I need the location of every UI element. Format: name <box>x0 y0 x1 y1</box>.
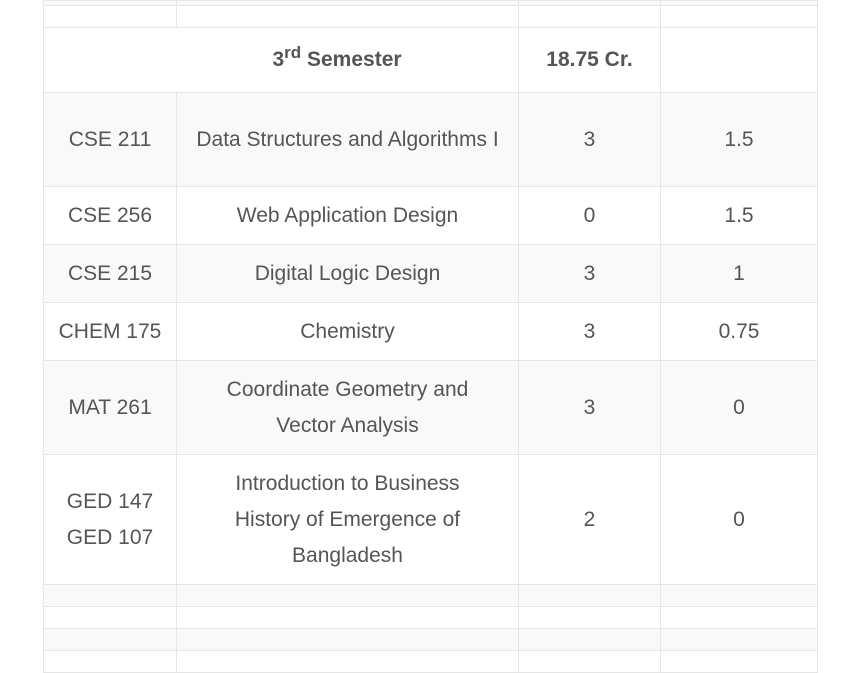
course-row: GED 147 GED 107 Introduction to Business… <box>43 454 818 585</box>
course-theory-credits: 3 <box>518 244 661 303</box>
course-title: Coordinate Geometry and Vector Analysis <box>176 360 519 455</box>
curriculum-table: 3rd Semester 18.75 Cr. CSE 211 Data Stru… <box>43 0 818 673</box>
course-title: Chemistry <box>176 302 519 361</box>
table-row-blank <box>43 584 818 607</box>
course-lab-credits: 0 <box>660 360 818 455</box>
course-title: Digital Logic Design <box>176 244 519 303</box>
course-row: CSE 256 Web Application Design 0 1.5 <box>43 186 818 245</box>
table-cell-empty <box>518 650 661 673</box>
table-row-blank <box>43 628 818 651</box>
table-cell-empty <box>518 606 661 629</box>
course-theory-credits: 3 <box>518 302 661 361</box>
course-theory-credits: 3 <box>518 92 661 187</box>
table-cell-empty <box>660 27 818 93</box>
table-cell-empty <box>518 5 661 28</box>
course-lab-credits: 0.75 <box>660 302 818 361</box>
semester-suffix: rd <box>284 43 302 62</box>
semester-title: 3rd Semester <box>43 27 519 93</box>
course-theory-credits: 2 <box>518 454 661 585</box>
table-cell-empty <box>518 628 661 651</box>
course-code: GED 147 <box>66 489 154 513</box>
table-cell-empty <box>176 5 519 28</box>
semester-label: Semester <box>306 48 402 71</box>
table-cell-empty <box>660 584 818 607</box>
table-cell-empty <box>660 5 818 28</box>
course-code: MAT 261 <box>43 360 177 455</box>
course-code: CSE 215 <box>43 244 177 303</box>
table-cell-empty <box>518 584 661 607</box>
table-cell-empty <box>43 628 177 651</box>
table-row-blank <box>43 5 818 28</box>
table-cell-empty <box>176 650 519 673</box>
table-cell-empty <box>660 650 818 673</box>
table-cell-empty <box>43 5 177 28</box>
semester-credits: 18.75 Cr. <box>518 27 661 93</box>
curriculum-table-container: 3rd Semester 18.75 Cr. CSE 211 Data Stru… <box>43 0 818 673</box>
table-row-blank <box>43 606 818 629</box>
course-title: Introduction to Business History of Emer… <box>176 454 519 585</box>
course-lab-credits: 1.5 <box>660 92 818 187</box>
course-code: CHEM 175 <box>43 302 177 361</box>
course-lab-credits: 1 <box>660 244 818 303</box>
course-code: CSE 211 <box>43 92 177 187</box>
table-cell-empty <box>176 628 519 651</box>
course-lab-credits: 1.5 <box>660 186 818 245</box>
table-cell-empty <box>660 628 818 651</box>
semester-number: 3 <box>272 48 285 71</box>
course-row: CSE 215 Digital Logic Design 3 1 <box>43 244 818 303</box>
course-theory-credits: 0 <box>518 186 661 245</box>
table-cell-empty <box>43 650 177 673</box>
course-code: GED 107 <box>66 525 154 549</box>
table-cell-empty <box>660 606 818 629</box>
table-cell-empty <box>176 584 519 607</box>
course-code-cell: GED 147 GED 107 <box>43 454 177 585</box>
table-row-blank <box>43 650 818 673</box>
course-title: Data Structures and Algorithms I <box>176 92 519 187</box>
table-cell-empty <box>43 584 177 607</box>
course-theory-credits: 3 <box>518 360 661 455</box>
table-cell-empty <box>176 606 519 629</box>
course-title: Web Application Design <box>176 186 519 245</box>
course-row: CHEM 175 Chemistry 3 0.75 <box>43 302 818 361</box>
semester-header-row: 3rd Semester 18.75 Cr. <box>43 27 818 93</box>
table-cell-empty <box>43 606 177 629</box>
course-row: MAT 261 Coordinate Geometry and Vector A… <box>43 360 818 455</box>
course-lab-credits: 0 <box>660 454 818 585</box>
course-code: CSE 256 <box>43 186 177 245</box>
course-row: CSE 211 Data Structures and Algorithms I… <box>43 92 818 187</box>
